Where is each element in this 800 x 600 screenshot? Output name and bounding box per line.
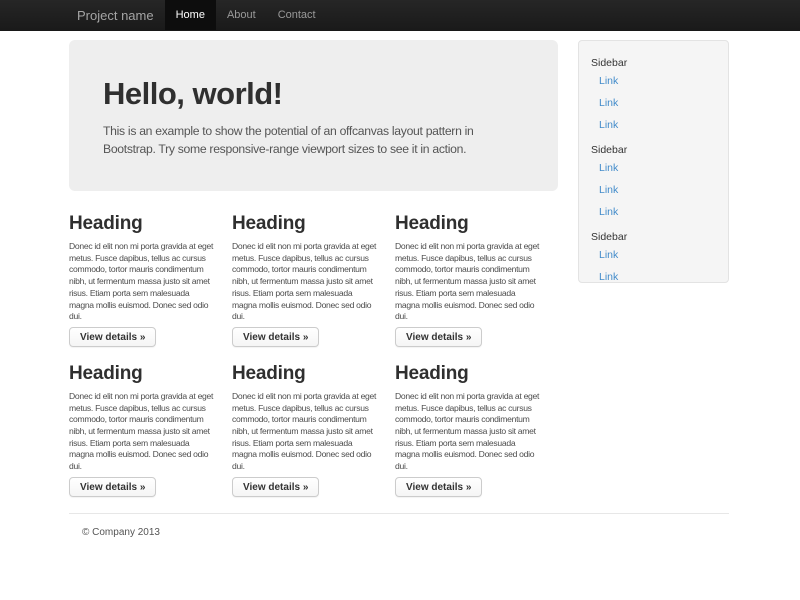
jumbotron-title: Hello, world! <box>103 78 524 110</box>
sidebar-link[interactable]: Link <box>579 201 728 223</box>
card: Heading Donec id elit non mi porta gravid… <box>232 205 395 347</box>
card-body-text: Donec id elit non mi porta gravida at eg… <box>395 241 552 323</box>
card-heading: Heading <box>232 363 389 385</box>
card: Heading Donec id elit non mi porta gravid… <box>69 355 232 497</box>
content-rows: Heading Donec id elit non mi porta gravid… <box>69 205 558 497</box>
brand-link[interactable]: Project name <box>77 0 154 30</box>
card-row: Heading Donec id elit non mi porta gravid… <box>69 355 558 497</box>
view-details-button[interactable]: View details » <box>395 327 482 347</box>
page-container: Hello, world! This is an example to show… <box>69 40 729 538</box>
card-body-text: Donec id elit non mi porta gravida at eg… <box>395 391 552 473</box>
card: Heading Donec id elit non mi porta gravid… <box>395 355 558 497</box>
content-column: Hello, world! This is an example to show… <box>69 40 558 497</box>
card-body-text: Donec id elit non mi porta gravida at eg… <box>69 391 226 473</box>
card-heading: Heading <box>69 213 226 235</box>
card: Heading Donec id elit non mi porta gravid… <box>232 355 395 497</box>
sidebar-link[interactable]: Link <box>579 114 728 136</box>
jumbotron-text: This is an example to show the potential… <box>103 122 524 158</box>
card: Heading Donec id elit non mi porta gravid… <box>69 205 232 347</box>
sidebar-link[interactable]: Link <box>579 179 728 201</box>
view-details-button[interactable]: View details » <box>69 477 156 497</box>
card-heading: Heading <box>232 213 389 235</box>
view-details-button[interactable]: View details » <box>232 327 319 347</box>
jumbotron: Hello, world! This is an example to show… <box>69 40 558 191</box>
sidebar-link[interactable]: Link <box>579 157 728 179</box>
card: Heading Donec id elit non mi porta gravid… <box>395 205 558 347</box>
card-heading: Heading <box>395 213 552 235</box>
sidebar-group-header: Sidebar <box>579 57 728 70</box>
sidebar-group-header: Sidebar <box>579 144 728 157</box>
sidebar-column: SidebarLinkLinkLinkSidebarLinkLinkLinkSi… <box>578 40 729 497</box>
navbar-menu: HomeAboutContact <box>165 0 327 30</box>
footer: © Company 2013 <box>69 513 729 538</box>
card-row: Heading Donec id elit non mi porta gravid… <box>69 205 558 347</box>
card-heading: Heading <box>395 363 552 385</box>
card-heading: Heading <box>69 363 226 385</box>
card-body-text: Donec id elit non mi porta gravida at eg… <box>232 391 389 473</box>
sidebar-nav: SidebarLinkLinkLinkSidebarLinkLinkLinkSi… <box>578 40 729 283</box>
sidebar-link[interactable]: Link <box>579 244 728 266</box>
sidebar-link[interactable]: Link <box>579 266 728 283</box>
sidebar-link[interactable]: Link <box>579 92 728 114</box>
view-details-button[interactable]: View details » <box>232 477 319 497</box>
nav-item-contact[interactable]: Contact <box>267 0 327 30</box>
main-row: Hello, world! This is an example to show… <box>69 40 729 497</box>
navbar: Project name HomeAboutContact <box>0 0 800 31</box>
card-body-text: Donec id elit non mi porta gravida at eg… <box>232 241 389 323</box>
copyright-text: © Company 2013 <box>82 527 729 538</box>
nav-item-home[interactable]: Home <box>165 0 216 30</box>
sidebar-group-header: Sidebar <box>579 231 728 244</box>
view-details-button[interactable]: View details » <box>395 477 482 497</box>
card-body-text: Donec id elit non mi porta gravida at eg… <box>69 241 226 323</box>
nav-item-about[interactable]: About <box>216 0 267 30</box>
sidebar-link[interactable]: Link <box>579 70 728 92</box>
view-details-button[interactable]: View details » <box>69 327 156 347</box>
